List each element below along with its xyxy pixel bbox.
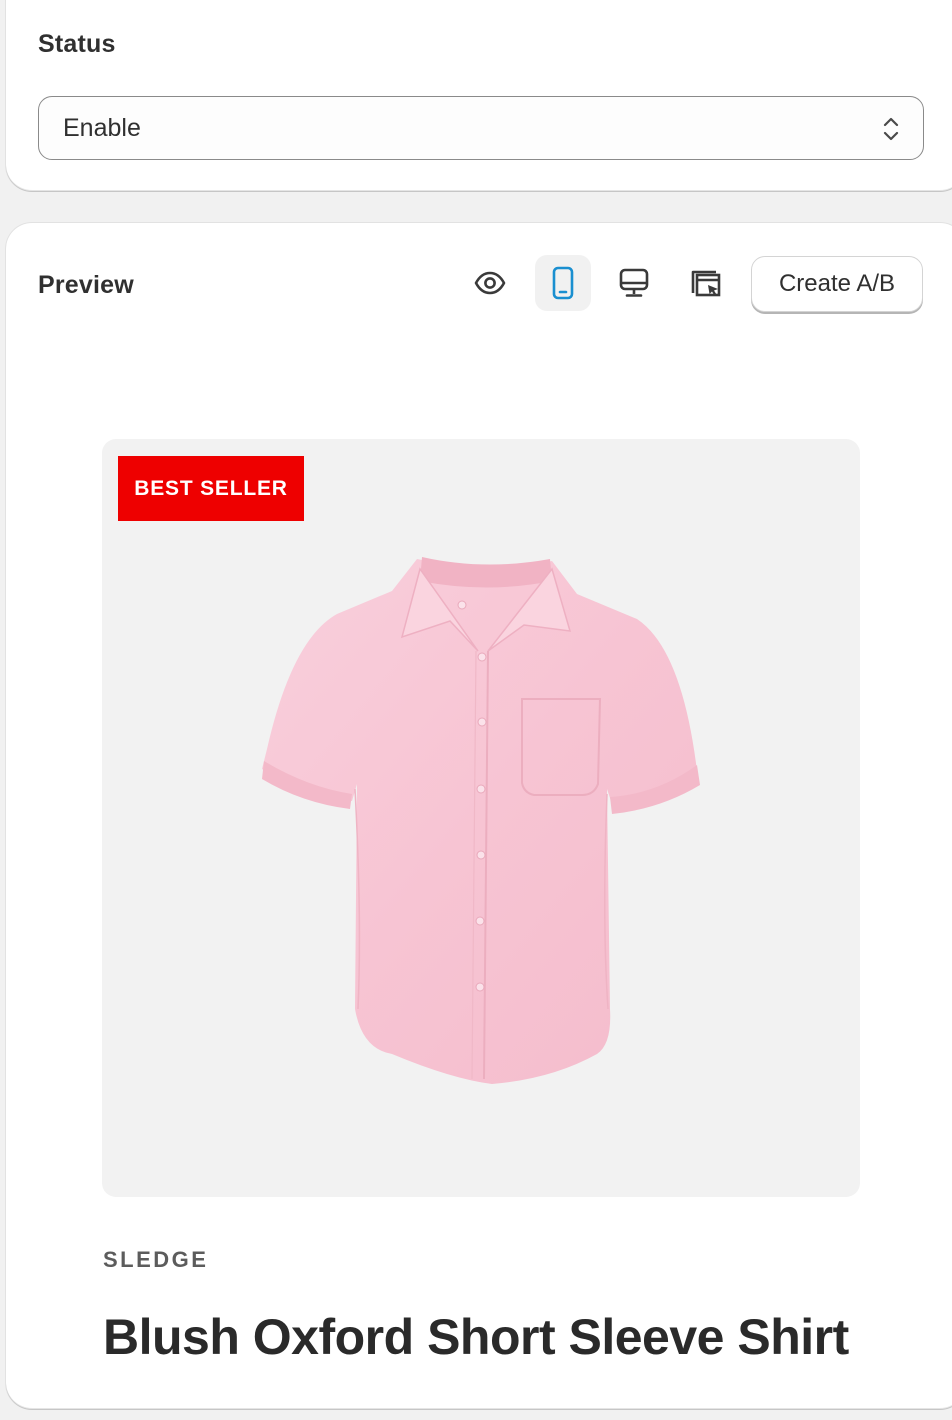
mobile-view-button[interactable] bbox=[535, 255, 591, 311]
create-ab-button[interactable]: Create A/B bbox=[751, 256, 923, 312]
product-vendor: SLEDGE bbox=[103, 1247, 209, 1272]
eye-icon bbox=[474, 271, 506, 295]
product-title[interactable]: Blush Oxford Short Sleeve Shirt bbox=[103, 1308, 849, 1366]
desktop-view-button[interactable] bbox=[606, 255, 662, 311]
mobile-icon bbox=[552, 266, 574, 300]
status-select[interactable]: Enable bbox=[38, 96, 924, 160]
product-image[interactable]: BEST SELLER bbox=[102, 439, 860, 1197]
browser-window-icon bbox=[691, 270, 721, 297]
browser-window-button[interactable] bbox=[678, 255, 734, 311]
best-seller-badge: BEST SELLER bbox=[118, 456, 304, 521]
preview-card: Preview Create A/B BEST SELLER SLEDGE Bl… bbox=[6, 223, 952, 1409]
shirt-image bbox=[262, 557, 700, 1084]
desktop-icon bbox=[619, 268, 649, 297]
preview-title: Preview bbox=[38, 271, 134, 299]
status-select-value: Enable bbox=[63, 113, 141, 142]
status-card: Status Enable bbox=[6, 0, 952, 191]
view-button[interactable] bbox=[462, 255, 518, 311]
chevron-up-down-icon bbox=[883, 117, 899, 141]
status-title: Status bbox=[38, 30, 116, 58]
